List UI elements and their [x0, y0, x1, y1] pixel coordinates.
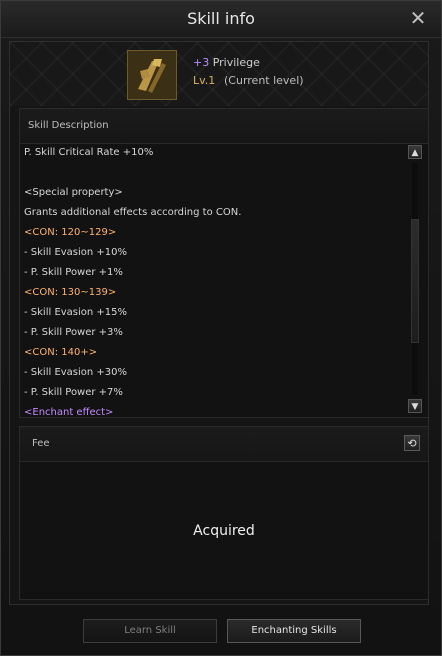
skill-description-content[interactable]: P. Skill Critical Rate +10% <Special prop… — [24, 143, 402, 415]
scroll-down-button[interactable]: ▼ — [408, 399, 422, 413]
skill-level: Lv.1 — [193, 74, 216, 87]
title-bar: Skill info ✕ — [1, 1, 441, 38]
skill-level-note: (Current level) — [224, 74, 304, 87]
description-line-8: - Skill Evasion +15% — [24, 307, 128, 318]
skill-name: +3 Privilege — [193, 56, 260, 69]
description-line-9: - P. Skill Power +3% — [24, 327, 123, 338]
learn-skill-button[interactable]: Learn Skill — [83, 619, 217, 643]
skill-description-lines: P. Skill Critical Rate +10% <Special prop… — [24, 143, 402, 415]
skill-description-box: Skill Description P. Skill Critical Rate… — [19, 108, 429, 418]
skill-name-text: Privilege — [212, 56, 260, 69]
description-line-12: - P. Skill Power +7% — [24, 387, 123, 398]
skill-description-header: Skill Description — [20, 109, 428, 144]
description-line-11: - Skill Evasion +30% — [24, 367, 128, 378]
description-line-2: <Special property> — [24, 187, 123, 198]
description-line-1 — [24, 163, 402, 183]
description-line-6: - P. Skill Power +1% — [24, 267, 123, 278]
refresh-icon[interactable]: ⟲ — [404, 435, 420, 451]
acquired-status: Acquired — [193, 523, 255, 539]
skill-header: +3 Privilege Lv.1 (Current level) — [10, 42, 428, 106]
skill-info-window: Skill info ✕ +3 Privilege Lv.1 (Current … — [0, 0, 442, 656]
fee-header-label: Fee — [32, 438, 50, 449]
enchanting-skills-button[interactable]: Enchanting Skills — [227, 619, 361, 643]
description-line-13: <Enchant effect> — [24, 407, 114, 415]
description-line-10: <CON: 140+> — [24, 347, 98, 358]
description-line-4: <CON: 120~129> — [24, 227, 117, 238]
skill-icon — [127, 50, 177, 100]
description-scrollbar[interactable]: ▲ ▼ — [408, 145, 422, 413]
description-line-3: Grants additional effects according to C… — [24, 207, 242, 218]
scroll-up-button[interactable]: ▲ — [408, 145, 422, 159]
fee-header: Fee — [20, 427, 428, 462]
scroll-thumb[interactable] — [411, 219, 419, 343]
fee-box: Fee ⟲ Acquired — [19, 426, 429, 600]
description-line-0: P. Skill Critical Rate +10% — [24, 147, 154, 158]
skill-panel: +3 Privilege Lv.1 (Current level) Skill … — [9, 41, 429, 605]
description-line-7: <CON: 130~139> — [24, 287, 117, 298]
sword-knight-icon — [128, 51, 176, 99]
skill-enhance-level: +3 — [193, 56, 210, 69]
close-icon[interactable]: ✕ — [409, 8, 427, 28]
window-title: Skill info — [187, 9, 255, 28]
description-line-5: - Skill Evasion +10% — [24, 247, 128, 258]
